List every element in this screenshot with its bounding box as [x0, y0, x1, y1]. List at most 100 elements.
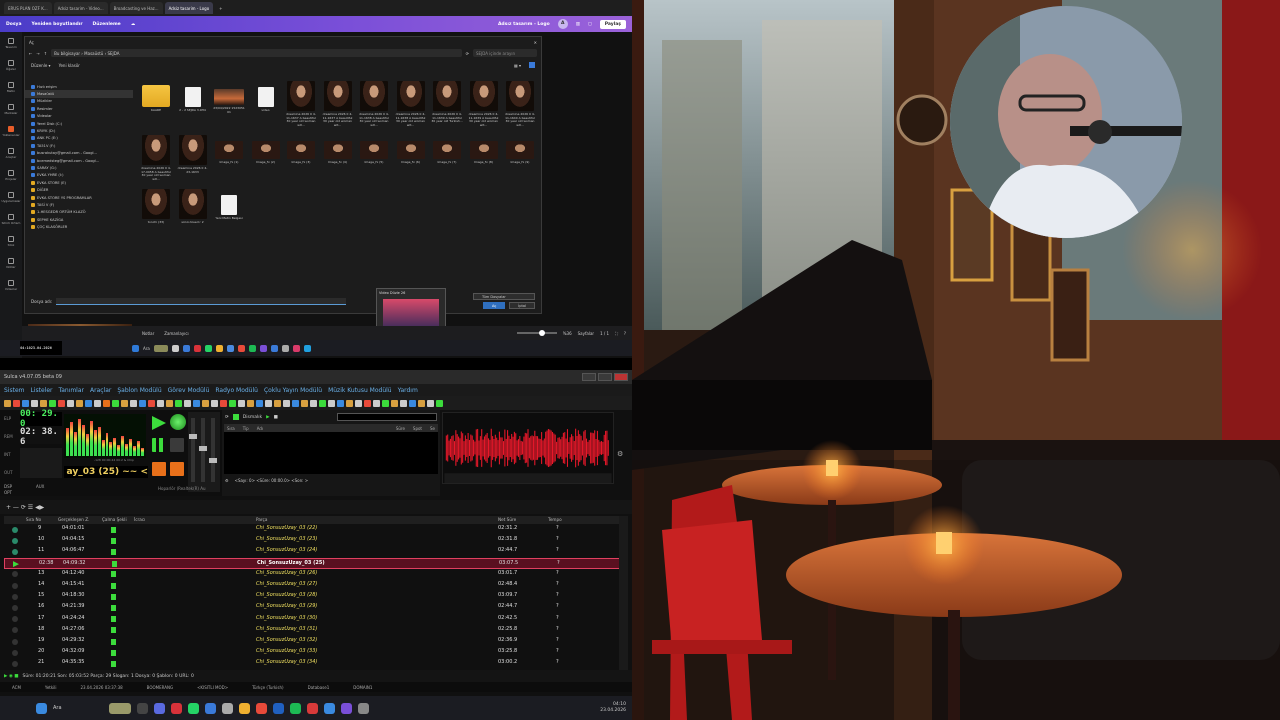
browser-tab[interactable]: Adsiz tasarim - Video...	[53, 2, 108, 14]
file-item[interactable]: tonchi (33)	[139, 189, 173, 225]
settings-icon[interactable]	[222, 702, 233, 714]
nav-item[interactable]: Müzikler	[25, 98, 133, 105]
toolbar-button-icon[interactable]	[292, 399, 299, 407]
nav-item[interactable]: TA51V (F:)	[25, 142, 133, 149]
toolbar-button-icon[interactable]	[211, 399, 218, 407]
browser-tab[interactable]: Broadcasting ve Haz...	[109, 2, 163, 14]
comment-icon[interactable]: ◻	[588, 22, 592, 27]
chart-icon[interactable]: ▥	[576, 22, 580, 27]
nav-item[interactable]: DİĞER	[25, 186, 133, 193]
sidebar-item-elements[interactable]: Öğeler	[0, 54, 22, 76]
opt-tag[interactable]: OPT	[4, 490, 12, 495]
pages-button[interactable]: Sayfalar	[578, 331, 594, 336]
menu-item[interactable]: Tanımlar	[59, 387, 84, 394]
menu-item[interactable]: Şablon Modülü	[117, 387, 161, 394]
table-row[interactable]: 9 04:01:01 Chi_SonsuzUzay_03 (22) 02:31.2?	[4, 524, 624, 535]
app-icon[interactable]	[205, 702, 216, 714]
fader-track[interactable]	[189, 418, 197, 482]
toolbar-button-icon[interactable]	[13, 399, 20, 407]
toolbar-button-icon[interactable]	[283, 399, 290, 407]
nav-item[interactable]: EVKA STORE (E)	[25, 179, 133, 186]
file-item[interactable]: dreamina 2026 0 4-23-1633	[176, 135, 210, 174]
app-icon[interactable]	[292, 344, 300, 352]
toolbar-button-icon[interactable]	[4, 399, 11, 407]
table-row[interactable]: 14 04:15:41 Chi_SonsuzUzay_03 (27) 02:48.4?	[4, 580, 624, 591]
toolbar-button-icon[interactable]	[220, 399, 227, 407]
forward-arrow-icon[interactable]: →	[36, 51, 39, 56]
column-header[interactable]: Net Süre	[498, 517, 516, 522]
view-options-icon[interactable]: ▦ ▾	[514, 63, 521, 68]
file-item[interactable]: Image_fx (1)	[212, 135, 246, 165]
nav-item[interactable]: Resimler	[25, 105, 133, 112]
toolbar-button-icon[interactable]	[427, 399, 434, 407]
whatsapp-icon[interactable]	[188, 702, 199, 714]
nav-item[interactable]: SARAY (G:)	[25, 164, 133, 171]
file-item[interactable]: 2 - 2 SEJDA 3.0H4	[176, 81, 210, 113]
toolbar-button-icon[interactable]	[355, 399, 362, 407]
file-item[interactable]: dreamina 2026 0 4-11-1639 A beautiful 30…	[467, 81, 501, 127]
edit-mode-button[interactable]: Düzenleme	[93, 22, 121, 27]
canva-icon[interactable]	[259, 344, 267, 352]
sidebar-item-videos[interactable]: Videolar	[0, 274, 22, 296]
nav-item[interactable]: Videolar	[25, 113, 133, 120]
toolbar-button-icon[interactable]	[193, 399, 200, 407]
instant-slider[interactable]	[337, 413, 437, 421]
file-item[interactable]: Yeni Metin Belgesi	[212, 189, 246, 221]
file-item[interactable]: video	[249, 81, 283, 113]
notes-button[interactable]: Notlar	[142, 331, 154, 336]
table-row[interactable]: 21 04:35:35 Chi_SonsuzUzay_03 (34) 03:00.2?	[4, 658, 624, 669]
stop-icon[interactable]	[152, 462, 166, 476]
toolbar-button-icon[interactable]	[274, 399, 281, 407]
folder-icon[interactable]	[239, 702, 250, 714]
fader-column[interactable]	[188, 412, 220, 492]
next-icon[interactable]	[170, 438, 184, 452]
table-row[interactable]: 19 04:29:32 Chi_SonsuzUzay_03 (32) 02:36.9?	[4, 636, 624, 647]
settings-icon[interactable]: ⚙	[225, 478, 229, 483]
taskbar-search[interactable]: Ara	[143, 346, 150, 351]
column-header[interactable]: Çalma Şekli	[102, 517, 127, 522]
table-row[interactable]: 18 04:27:06 Chi_SonsuzUzay_03 (31) 02:25.8?	[4, 625, 624, 636]
browser-tab[interactable]: ERUS PLAN OZF K...	[4, 2, 52, 14]
menu-item[interactable]: Araçlar	[90, 387, 111, 394]
toolbar-button-icon[interactable]	[328, 399, 335, 407]
file-item[interactable]: dreamina 2026 0 4-17-0958 A beautiful 30…	[139, 135, 173, 181]
zoom-level[interactable]: %36	[563, 331, 572, 336]
column-header[interactable]: Parça	[256, 517, 267, 522]
app-icon[interactable]	[307, 702, 318, 714]
settings-icon[interactable]	[281, 344, 289, 352]
new-tab-button[interactable]: +	[215, 2, 226, 14]
file-item[interactable]: KAARE	[139, 81, 173, 113]
eject-icon[interactable]	[170, 462, 184, 476]
taskbar-search[interactable]: Ara	[53, 705, 103, 711]
toolbar-button-icon[interactable]	[238, 399, 245, 407]
table-row[interactable]: 20 04:32:09 Chi_SonsuzUzay_03 (33) 03:25.8?	[4, 647, 624, 658]
cloud-save-icon[interactable]: ☁	[131, 22, 136, 27]
app-icon[interactable]	[303, 344, 311, 352]
fader-track[interactable]	[199, 418, 207, 482]
organize-button[interactable]: Düzenle ▾	[31, 63, 51, 68]
toolbar-button-icon[interactable]	[337, 399, 344, 407]
toolbar-button-icon[interactable]	[67, 399, 74, 407]
toolbar-button-icon[interactable]	[139, 399, 146, 407]
menu-item[interactable]: Radyo Modülü	[215, 387, 258, 394]
file-item[interactable]: dreamina 2026 0 4-11-1638 A beautiful 30…	[394, 81, 428, 127]
toolbar-button-icon[interactable]	[121, 399, 128, 407]
toolbar-button-icon[interactable]	[40, 399, 47, 407]
new-folder-button[interactable]: Yeni klasör	[59, 63, 80, 68]
fader-knob[interactable]	[189, 434, 197, 439]
toolbar-button-icon[interactable]	[130, 399, 137, 407]
toolbar-button-icon[interactable]	[310, 399, 317, 407]
instant-list[interactable]	[224, 432, 438, 474]
windows-start-icon[interactable]	[36, 702, 47, 714]
search-input[interactable]: SEJDA içinde arayın	[473, 49, 537, 57]
help-icon[interactable]: ?	[624, 331, 626, 336]
table-row[interactable]: 15 04:18:30 Chi_SonsuzUzay_03 (28) 03:09.7?	[4, 591, 624, 602]
design-title[interactable]: Adsız tasarım - Logo	[498, 22, 550, 27]
reload-icon[interactable]: ⟳	[225, 415, 229, 420]
toolbar-button-icon[interactable]	[373, 399, 380, 407]
menu-item[interactable]: Çoklu Yayın Modülü	[264, 387, 322, 394]
table-row[interactable]: 17 04:24:24 Chi_SonsuzUzay_03 (30) 02:42.5?	[4, 614, 624, 625]
toolbar-button-icon[interactable]	[265, 399, 272, 407]
sidebar-item-stock[interactable]: Stok	[0, 230, 22, 252]
auto-icon[interactable]	[170, 414, 186, 430]
